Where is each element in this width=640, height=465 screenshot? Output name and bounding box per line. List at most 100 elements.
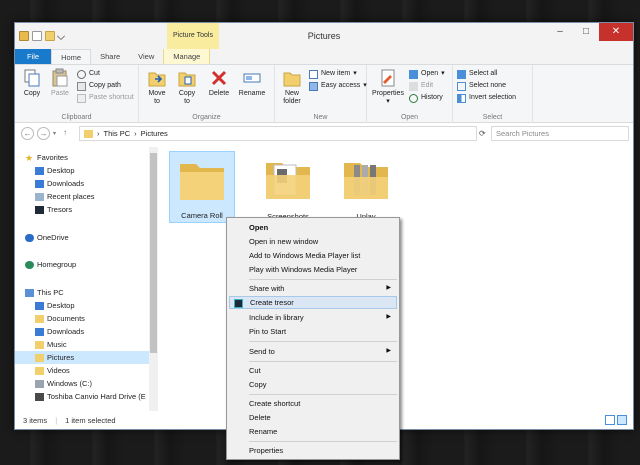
desktop-icon <box>35 166 44 175</box>
up-button[interactable]: ↑ <box>63 128 67 137</box>
sidebar-item-this-pc[interactable]: This PC <box>15 286 149 299</box>
menu-separator <box>249 394 397 395</box>
sidebar-item-desktop-pc[interactable]: Desktop <box>15 299 149 312</box>
new-item-button[interactable]: New item ▾ <box>309 69 357 79</box>
copy-button[interactable]: Copy <box>19 68 45 98</box>
chevron-down-icon: ▾ <box>386 98 390 105</box>
easy-access-button[interactable]: Easy access ▾ <box>309 81 367 91</box>
minimize-button[interactable]: – <box>547 23 573 41</box>
refresh-button[interactable]: ⟳ <box>479 129 486 138</box>
menu-item-share-with[interactable]: Share with ▶ <box>229 282 397 295</box>
sidebar-item-downloads[interactable]: Downloads <box>15 177 149 190</box>
invert-selection-button[interactable]: Invert selection <box>457 93 516 103</box>
chevron-down-icon[interactable] <box>56 31 66 41</box>
menu-item-add-to-wmp-list[interactable]: Add to Windows Media Player list <box>229 249 397 262</box>
tresor-icon <box>234 299 243 308</box>
sidebar-item-recent-places[interactable]: Recent places <box>15 190 149 203</box>
title-bar: Picture Tools Pictures – □ ✕ <box>15 23 633 49</box>
sidebar-item-windows-c[interactable]: Windows (C:) <box>15 377 149 390</box>
maximize-button[interactable]: □ <box>573 23 599 41</box>
rename-icon <box>243 73 261 83</box>
tab-manage[interactable]: Manage <box>163 49 211 64</box>
sidebar-item-music[interactable]: Music <box>15 338 149 351</box>
window-controls: – □ ✕ <box>547 23 633 41</box>
details-view-icon[interactable] <box>605 415 615 425</box>
copy-icon <box>24 69 40 87</box>
menu-item-create-tresor[interactable]: Create tresor <box>229 296 397 309</box>
menu-item-cut[interactable]: Cut <box>229 364 397 377</box>
tab-view[interactable]: View <box>129 49 163 64</box>
folder-item-camera-roll[interactable]: Camera Roll <box>169 151 235 223</box>
cut-button[interactable]: Cut <box>77 69 100 79</box>
new-folder-icon[interactable] <box>45 31 55 41</box>
sidebar-item-videos[interactable]: Videos <box>15 364 149 377</box>
recent-locations-button[interactable]: ▾ <box>53 130 56 137</box>
edit-icon <box>409 81 418 91</box>
history-button[interactable]: History <box>409 93 443 103</box>
select-all-icon <box>457 69 466 79</box>
select-none-button[interactable]: Select none <box>457 81 506 91</box>
sidebar-item-documents[interactable]: Documents <box>15 312 149 325</box>
menu-item-create-shortcut[interactable]: Create shortcut <box>229 397 397 410</box>
tab-home[interactable]: Home <box>51 49 92 64</box>
submenu-arrow-icon: ▶ <box>386 348 391 354</box>
sidebar-item-downloads-pc[interactable]: Downloads <box>15 325 149 338</box>
sidebar-scrollbar-thumb[interactable] <box>150 153 157 353</box>
picture-tools-header: Picture Tools <box>167 23 219 49</box>
large-icons-view-icon[interactable] <box>617 415 627 425</box>
menu-item-open-new-window[interactable]: Open in new window <box>229 235 397 248</box>
menu-item-rename[interactable]: Rename <box>229 425 397 438</box>
new-folder-button[interactable]: New folder <box>279 68 305 106</box>
paste-button[interactable]: Paste <box>47 68 73 98</box>
paste-shortcut-button[interactable]: Paste shortcut <box>77 93 134 103</box>
sidebar-item-favorites[interactable]: ★ Favorites <box>15 151 149 164</box>
forward-button[interactable]: → <box>37 127 50 140</box>
properties-button[interactable]: Properties ▾ <box>371 68 405 106</box>
menu-item-properties[interactable]: Properties <box>229 444 397 457</box>
music-icon <box>35 340 44 349</box>
sidebar-item-homegroup[interactable]: Homegroup <box>15 258 149 271</box>
menu-item-pin-to-start[interactable]: Pin to Start <box>229 325 397 338</box>
properties-icon[interactable] <box>32 31 42 41</box>
menu-item-play-with-wmp[interactable]: Play with Windows Media Player <box>229 263 397 276</box>
menu-item-include-in-library[interactable]: Include in library ▶ <box>229 311 397 324</box>
sidebar-item-toshiba-drive[interactable]: Toshiba Canvio Hard Drive (E <box>15 390 149 403</box>
select-all-button[interactable]: Select all <box>457 69 497 79</box>
window-title: Pictures <box>307 31 341 41</box>
address-bar[interactable]: › This PC › Pictures <box>79 126 477 141</box>
back-button[interactable]: ← <box>21 127 34 140</box>
breadcrumb-pictures[interactable]: Pictures <box>141 129 168 138</box>
explorer-icon[interactable] <box>19 31 29 41</box>
folder-item-unlay[interactable]: Unlay <box>333 151 399 223</box>
menu-item-open[interactable]: Open <box>229 221 397 234</box>
sidebar-item-desktop[interactable]: Desktop <box>15 164 149 177</box>
edit-button[interactable]: Edit <box>409 81 433 91</box>
copy-path-button[interactable]: Copy path <box>77 81 121 91</box>
copy-to-button[interactable]: Copy to <box>173 68 201 106</box>
folder-item-screenshots[interactable]: Screenshots <box>255 151 321 223</box>
sidebar-item-tresors[interactable]: Tresors <box>15 203 149 216</box>
menu-item-delete[interactable]: Delete <box>229 411 397 424</box>
menu-item-send-to[interactable]: Send to ▶ <box>229 345 397 358</box>
close-button[interactable]: ✕ <box>599 23 633 41</box>
menu-item-copy[interactable]: Copy <box>229 378 397 391</box>
breadcrumb-this-pc[interactable]: This PC <box>104 129 131 138</box>
sidebar-item-onedrive[interactable]: OneDrive <box>15 231 149 244</box>
history-icon <box>409 93 418 103</box>
sidebar-scrollbar[interactable] <box>149 147 158 412</box>
homegroup-icon <box>25 260 34 269</box>
tab-share[interactable]: Share <box>91 49 129 64</box>
delete-button[interactable]: Delete <box>205 68 233 98</box>
folder-icon <box>344 163 388 199</box>
chevron-down-icon: ▾ <box>441 70 445 77</box>
open-group-label: Open <box>400 114 419 121</box>
search-input[interactable]: Search Pictures <box>491 126 629 141</box>
tresors-icon <box>35 205 44 214</box>
tab-file[interactable]: File <box>15 49 52 64</box>
rename-button[interactable]: Rename <box>237 68 267 98</box>
move-to-button[interactable]: Move to <box>143 68 171 106</box>
sidebar-item-pictures[interactable]: Pictures <box>15 351 149 364</box>
open-button[interactable]: Open ▾ <box>409 69 445 79</box>
properties-icon <box>381 69 395 87</box>
folder-label: Camera Roll <box>181 211 223 220</box>
